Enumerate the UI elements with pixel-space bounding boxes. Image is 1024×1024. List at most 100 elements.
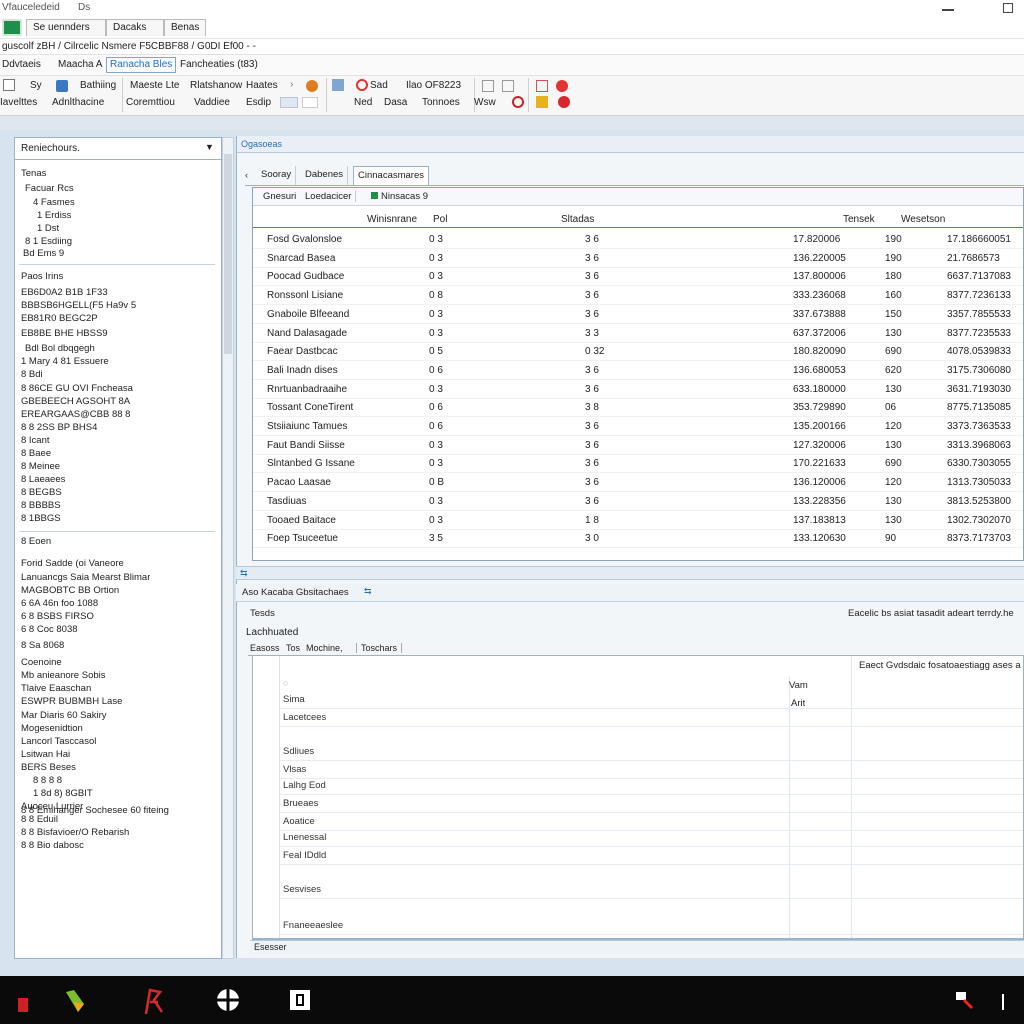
path-bar[interactable]: guscolf zBH / Cilrcelic Nsmere F5CBBF88 …	[0, 38, 1024, 54]
yellow-box-icon[interactable]	[536, 96, 548, 108]
undo-icon[interactable]	[3, 79, 15, 91]
ribbon-group-3[interactable]: Coremttiou	[126, 97, 175, 108]
tree-item[interactable]: Facuar Rcs	[25, 183, 74, 194]
doc-tab-3[interactable]: Benas	[164, 19, 206, 36]
table-row[interactable]: Faut Bandi Siisse 0 3 3 6 127.320006 130 3313…	[253, 436, 1023, 455]
detail-tab-2[interactable]: Tos	[286, 643, 300, 653]
tree-item[interactable]: 8 8 2SS BP BHS4	[21, 422, 97, 433]
white-frame-icon[interactable]	[288, 988, 312, 1012]
col-header-pol[interactable]: Pol	[433, 214, 447, 225]
table-row[interactable]: Ronssonl Lisiane 0 8 3 6 333.236068 160 8377.…	[253, 286, 1023, 306]
collapse-arrow-icon[interactable]: ⇆	[240, 568, 248, 579]
tree-item[interactable]: 1 Erdiss	[37, 210, 71, 221]
menu-item-4[interactable]: Fancheaties (t83)	[180, 59, 258, 70]
tree-item[interactable]: 8 8 Bio dabosc	[21, 840, 84, 851]
navigator-header[interactable]: Reniechours. ▼	[15, 138, 221, 160]
splitter[interactable]: ⇆	[236, 566, 1024, 580]
table-row[interactable]: Slntanbed G Issane 0 3 3 6 170.221633 690 633…	[253, 454, 1023, 474]
tree-item[interactable]: Mar Diaris 60 Sakiry	[21, 710, 107, 721]
tray-network-icon[interactable]	[954, 990, 976, 1012]
col-header-name[interactable]: Winisnrane	[367, 214, 417, 225]
table-row[interactable]: Tossant ConeTirent 0 6 3 8 353.729890 06 8775…	[253, 398, 1023, 418]
ribbon-group-4[interactable]: Vaddiee	[194, 97, 230, 108]
grid-tab-3[interactable]: Ninsacas 9	[381, 191, 428, 202]
detail-field-label[interactable]: Lnenessal	[283, 832, 326, 843]
tree-item[interactable]: 8 8 Bisfavioer/O Rebarish	[21, 827, 129, 838]
subtab-2[interactable]: Dabenes	[301, 166, 349, 185]
tree-item[interactable]: 8 1BBGS	[21, 513, 61, 524]
subtab-3-active[interactable]: Cinnacasmares	[353, 166, 429, 185]
table-row[interactable]: Rnrtuanbadraaihe 0 3 3 6 633.180000 130 3631.…	[253, 380, 1023, 399]
menu-item-2[interactable]: Maacha A	[58, 59, 102, 70]
tree-item[interactable]: 8 Eoen	[21, 536, 51, 547]
tree-item[interactable]: GBEBEECH AGSOHT 8A	[21, 396, 130, 407]
tree-item[interactable]: 8 Sa 8068	[21, 640, 64, 651]
tree-item[interactable]: 8 Laeaees	[21, 474, 65, 485]
small-box-icon[interactable]	[302, 97, 318, 108]
tree-item[interactable]: Tenas	[21, 168, 46, 179]
doc-tab-2[interactable]: Dacaks	[106, 19, 164, 36]
tree-item[interactable]: 8 BEGBS	[21, 487, 62, 498]
tree-item[interactable]: 1 8d 8) 8GBIT	[33, 788, 93, 799]
col-header-status[interactable]: Sltadas	[561, 214, 594, 225]
tree-item[interactable]: 6 8 BSBS FIRSO	[21, 611, 94, 622]
tree-item[interactable]: 8 8 8 8	[33, 775, 62, 786]
tree-item[interactable]: 8 Icant	[21, 435, 50, 446]
page-icon[interactable]	[482, 80, 494, 92]
tree-item[interactable]: 8 Baee	[21, 448, 51, 459]
scroll-thumb[interactable]	[224, 154, 232, 354]
ribbon-label-5[interactable]: Haates	[246, 80, 278, 91]
tree-item[interactable]: 8 Meinee	[21, 461, 60, 472]
tree-item[interactable]: 6 6A 46n foo 1088	[21, 598, 98, 609]
red-app-icon[interactable]	[18, 998, 28, 1012]
detail-field-label[interactable]: Lalhg Eod	[283, 780, 326, 791]
tree-item[interactable]: 8 8 Emihanger Sochesee 60 fiteing	[21, 805, 169, 816]
col-header-wesetson[interactable]: Wesetson	[901, 214, 945, 225]
white-pinwheel-icon[interactable]	[216, 988, 240, 1012]
detail-field-label[interactable]: Feal IDdld	[283, 850, 326, 861]
ribbon-label-6[interactable]: Sad	[370, 80, 388, 91]
table-row[interactable]: Nand Dalasagade 0 3 3 3 637.372006 130 8377.7…	[253, 324, 1023, 343]
tree-item[interactable]: 1 Mary 4 81 Essuere	[21, 356, 109, 367]
tree-item[interactable]: EB6D0A2 B1B 1F33	[21, 287, 108, 298]
red-dot-icon[interactable]	[558, 96, 570, 108]
tree-item[interactable]: 8 1 Esdiing	[25, 236, 72, 247]
tree-item[interactable]: Tlaive Eaaschan	[21, 683, 91, 694]
navigator-scrollbar[interactable]	[222, 137, 234, 959]
table-row[interactable]: Poocad Gudbace 0 3 3 6 137.800006 180 6637.71…	[253, 267, 1023, 287]
tree-item[interactable]: Coenoine	[21, 657, 62, 668]
table-row[interactable]: Tooaed Baitace 0 3 1 8 137.183813 130 1302.73…	[253, 511, 1023, 530]
tree-item[interactable]: Forid Sadde (oi Vaneore	[21, 558, 124, 569]
detail-field-label[interactable]: Lacetcees	[283, 712, 326, 723]
table-row[interactable]: Faear Dastbcac 0 5 0 32 180.820090 690 4078.0…	[253, 342, 1023, 362]
search-red-icon[interactable]	[356, 79, 368, 91]
tree-item[interactable]: Mogesenidtion	[21, 723, 83, 734]
tree-item[interactable]: Lanuancgs Saia Mearst Blimar	[21, 572, 150, 583]
grid-tab-1[interactable]: Gnesuri	[263, 191, 296, 202]
ribbon-group-2[interactable]: Adnlthacine	[52, 97, 104, 108]
ribbon-group-6[interactable]: Ned	[354, 97, 372, 108]
blue-small-icon[interactable]	[332, 79, 344, 91]
detail-tab-3[interactable]: Mochine,	[306, 643, 343, 653]
menu-item-1[interactable]: Ddvtaeis	[2, 59, 41, 70]
ribbon-label-3[interactable]: Maeste Lte	[130, 80, 179, 91]
tree-item[interactable]: Lancorl Tasccasol	[21, 736, 96, 747]
detail-tab-4[interactable]: Toschars	[356, 643, 403, 653]
tree-item[interactable]: BERS Beses	[21, 762, 76, 773]
tree-item[interactable]: 8 BBBBS	[21, 500, 61, 511]
table-row[interactable]: Bali Inadn dises 0 6 3 6 136.680053 620 3175.…	[253, 361, 1023, 380]
tree-item[interactable]: 4 Fasmes	[33, 197, 75, 208]
doc-tab-1[interactable]: Se uennders	[26, 19, 106, 36]
orange-tool-icon[interactable]	[306, 80, 318, 92]
tree-item[interactable]: Mb anieanore Sobis	[21, 670, 106, 681]
tree-item[interactable]: MAGBOBTC BB Ortion	[21, 585, 119, 596]
small-field-icon[interactable]	[280, 97, 298, 108]
ribbon-group-5[interactable]: Esdip	[246, 97, 271, 108]
detail-field-label[interactable]: Vlsas	[283, 764, 306, 775]
ribbon-group-7[interactable]: Dasa	[384, 97, 407, 108]
col-header-tensek[interactable]: Tensek	[843, 214, 875, 225]
ribbon-group-9[interactable]: Wsw	[474, 97, 496, 108]
table-row[interactable]: Snarcad Basea 0 3 3 6 136.220005 190 21.76865…	[253, 249, 1023, 268]
detail-tab-1[interactable]: Easoss	[250, 643, 280, 653]
ribbon-group-1[interactable]: Iavelttes	[0, 97, 37, 108]
